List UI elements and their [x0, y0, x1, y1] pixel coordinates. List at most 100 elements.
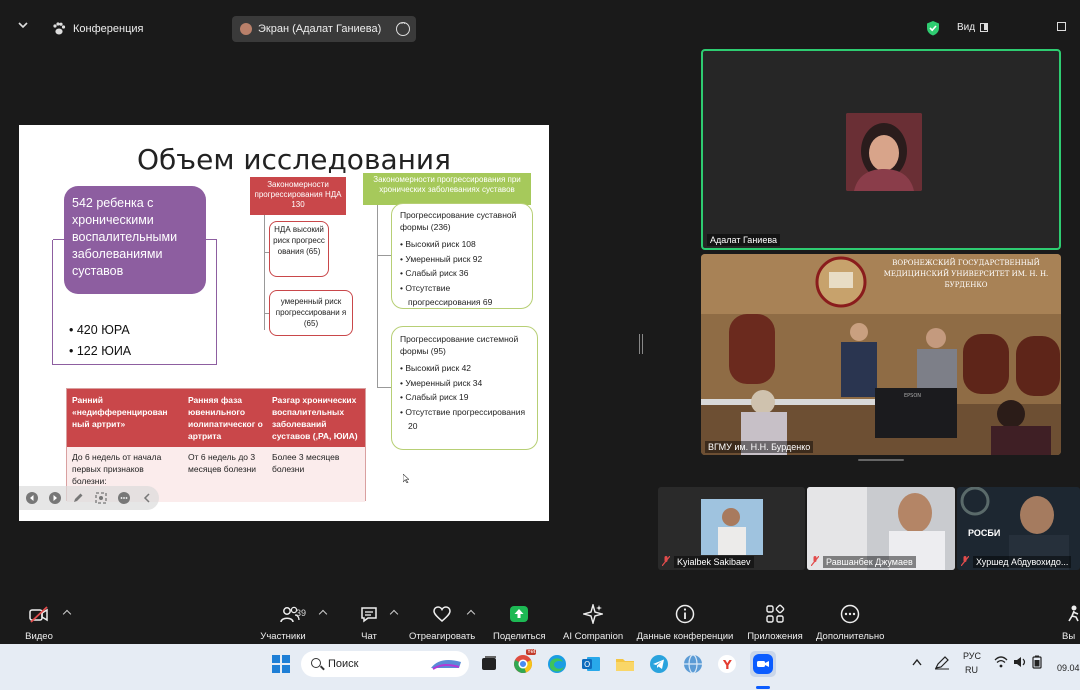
cursor-icon: [403, 474, 409, 483]
chevron-up-icon[interactable]: [389, 609, 399, 619]
sparkle-icon: [581, 602, 605, 626]
share-label: Поделиться: [493, 631, 546, 642]
chevron-up-icon[interactable]: [62, 609, 72, 619]
shared-slide: Объем исследования 542 ребенка с хрониче…: [19, 125, 549, 521]
edge-icon[interactable]: [546, 653, 568, 675]
chevron-up-icon[interactable]: [912, 658, 922, 666]
taskbar-search[interactable]: Поиск: [301, 651, 469, 677]
participant-name: Kyialbek Sakibaev: [674, 556, 754, 568]
green-box: Прогрессирование системной формы (95) Вы…: [391, 326, 538, 450]
chrome-badge: Yet: [526, 649, 537, 655]
more-icon[interactable]: [118, 492, 130, 504]
monitor-label: EPSON: [904, 393, 921, 399]
list-item: 420 ЮРА: [69, 320, 131, 341]
green-header: Закономерности прогрессирования при хрон…: [363, 173, 531, 205]
share-button[interactable]: Поделиться: [493, 598, 545, 642]
ai-companion-button[interactable]: AI Companion: [563, 598, 623, 642]
leave-label: Вы: [1062, 631, 1076, 642]
juv-list: 420 ЮРА 122 ЮИА: [69, 320, 131, 362]
next-slide-icon[interactable]: [49, 492, 61, 504]
video-tile-main[interactable]: Адалат Ганиева: [701, 49, 1061, 250]
zoom-icon[interactable]: [95, 492, 107, 504]
table-header-cell: Разгар хронических воспалительных заболе…: [272, 395, 358, 441]
chevron-down-icon[interactable]: [18, 20, 28, 30]
info-icon: [675, 604, 695, 624]
video-tile-thumb[interactable]: Равшанбек Джумаев: [807, 487, 955, 570]
table-header-cell: Ранний «недифференцирован ный артрит»: [72, 395, 168, 429]
mic-muted-icon: [811, 556, 819, 566]
telegram-icon[interactable]: [648, 653, 670, 675]
chat-icon: [361, 607, 377, 623]
list-item: Отсутствие прогрессирования 20: [400, 405, 529, 434]
more-icon: [840, 604, 860, 624]
volume-icon[interactable]: [1013, 656, 1027, 668]
meeting-info-button[interactable]: Данные конференции: [636, 598, 734, 642]
video-tile-room[interactable]: EPSON ВОРОНЕЖСКИЙ ГОСУДАРСТВЕННЫЙ МЕДИЦИ…: [701, 254, 1061, 455]
participant-name: ВГМУ им. Н.Н. Бурденко: [705, 441, 814, 453]
logo-text: РОСБИ: [968, 528, 1001, 538]
panel-resize-handle[interactable]: [639, 334, 643, 354]
yandex-browser-icon[interactable]: Y: [716, 653, 738, 675]
red-box: НДА высокий риск прогресс ования (65): [269, 221, 329, 277]
person-leave-icon: [1068, 605, 1079, 622]
red-box: умеренный риск прогрессировани я (65): [269, 290, 353, 336]
participant-name: Хуршед Абдувохидо...: [973, 556, 1072, 568]
apps-icon: [766, 604, 785, 623]
red-header: Закономерности прогрессирования НДА 130: [250, 177, 346, 215]
shield-icon[interactable]: [926, 20, 940, 36]
green-box: Прогрессирование суставной формы (236) В…: [391, 203, 533, 309]
list-item: Высокий риск 108: [400, 237, 524, 252]
language-indicator[interactable]: РУС: [963, 651, 981, 661]
zoom-app-icon[interactable]: [750, 651, 776, 677]
share-screen-icon: [510, 606, 528, 622]
pen-icon[interactable]: [72, 492, 84, 504]
collapse-icon[interactable]: [141, 492, 153, 504]
meeting-toolbar: Видео Участники 39 Чат Отреагировать Под…: [0, 598, 1080, 644]
table-cell: До 6 недель от начала первых признаков б…: [72, 452, 162, 486]
slide-tools: [19, 486, 159, 510]
globe-app-icon[interactable]: [682, 653, 704, 675]
video-button[interactable]: Видео: [22, 598, 56, 642]
chat-button[interactable]: Чат: [357, 598, 381, 642]
restore-window-icon[interactable]: [1057, 22, 1066, 31]
mic-muted-icon: [961, 556, 969, 566]
task-view-icon[interactable]: [478, 653, 500, 675]
video-tile-thumb[interactable]: Kyialbek Sakibaev: [658, 487, 805, 570]
more-icon[interactable]: [396, 18, 410, 36]
date-display[interactable]: 09.04: [1057, 663, 1080, 673]
more-button[interactable]: Дополнительно: [816, 598, 884, 642]
list-item: Умеренный риск 34: [400, 376, 529, 391]
react-button[interactable]: Отреагировать: [409, 598, 475, 642]
participants-count: 39: [296, 608, 307, 618]
search-placeholder: Поиск: [328, 658, 359, 670]
participants-label: Участники: [260, 631, 306, 642]
participant-name: Равшанбек Джумаев: [823, 556, 916, 568]
battery-icon[interactable]: [1032, 655, 1042, 669]
wifi-icon[interactable]: [994, 656, 1008, 668]
react-label: Отреагировать: [409, 631, 476, 642]
ai-companion-label: AI Companion: [563, 631, 624, 642]
windows-start-icon[interactable]: [272, 655, 290, 673]
prev-slide-icon[interactable]: [26, 492, 38, 504]
screen-share-pill[interactable]: Экран (Адалат Ганиева): [232, 16, 416, 42]
file-explorer-icon[interactable]: [614, 653, 636, 675]
search-highlight-icon: [431, 660, 461, 670]
view-button[interactable]: Вид: [957, 22, 975, 33]
chevron-up-icon[interactable]: [318, 609, 328, 619]
participant-photo: [846, 113, 922, 191]
table-header-cell: Ранняя фаза ювенильного иолипатическог о…: [188, 395, 263, 441]
leave-button[interactable]: Вы: [1062, 598, 1080, 642]
outlook-icon[interactable]: O: [580, 653, 602, 675]
grid-view-icon[interactable]: [980, 23, 988, 32]
tile-scroll-indicator[interactable]: [858, 459, 904, 461]
list-item: Отсутствие прогрессирования 69: [400, 281, 524, 310]
table-cell: Более 3 месяцев болезни: [272, 452, 340, 474]
avatar: [240, 23, 252, 35]
video-tile-thumb[interactable]: РОСБИ Хуршед Абдувохидо...: [957, 487, 1080, 570]
chrome-icon[interactable]: [512, 653, 534, 675]
apps-button[interactable]: Приложения: [746, 598, 804, 642]
heart-icon: [433, 606, 451, 622]
chat-label: Чат: [361, 631, 377, 642]
participants-button[interactable]: Участники: [258, 598, 308, 642]
pen-tray-icon[interactable]: [934, 656, 950, 670]
